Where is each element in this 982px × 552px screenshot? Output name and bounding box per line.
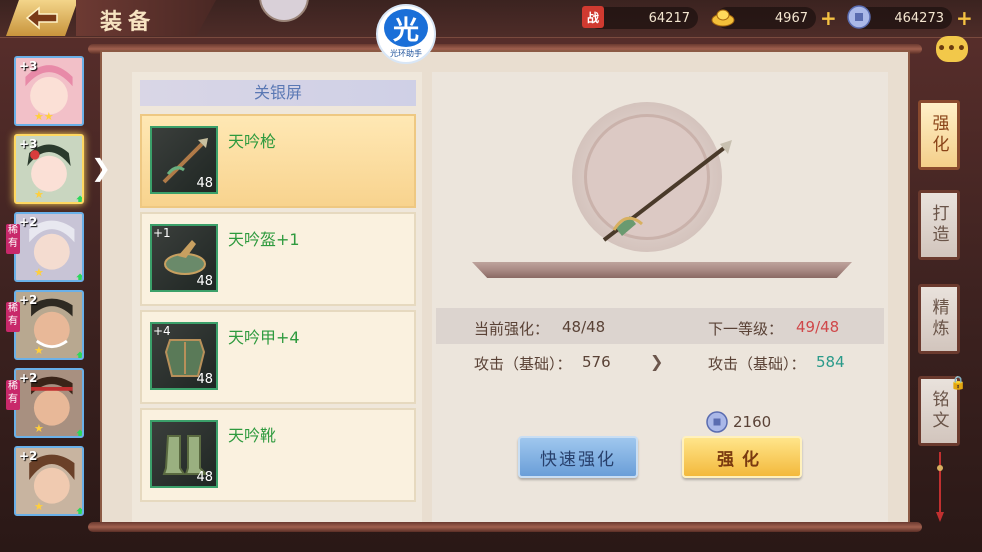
equipment-thumbnail: +1 48 (150, 224, 218, 292)
chevron-right-icon[interactable]: ❯ (90, 148, 112, 188)
hero-level: +3 (19, 137, 38, 151)
silver-plus-icon[interactable]: + (956, 8, 973, 28)
equipment-name: 天吟盔+1 (228, 230, 300, 249)
lock-icon: 🔒 (950, 376, 967, 391)
silver-coin-icon (847, 5, 871, 29)
enhance-button[interactable]: 强化 (682, 436, 802, 478)
character-name: 关银屏 (140, 80, 416, 106)
assistant-label: 光环助手 (390, 49, 422, 58)
gold-plus-icon[interactable]: + (820, 8, 837, 28)
scroll-rod-bottom (88, 522, 922, 532)
hero-stars: ★ (34, 188, 44, 201)
upgrade-arrow-icon: ⬆ (74, 428, 82, 436)
rare-tag: 稀有 (6, 302, 20, 332)
equipment-plus: +1 (153, 226, 171, 240)
equipment-level: 48 (196, 372, 213, 387)
current-enhance-value: 48/48 (562, 318, 606, 336)
hero-card[interactable]: +3 ★★ (14, 56, 84, 126)
resource-silver: 464273 + (847, 5, 978, 30)
hero-stars: ★ (34, 422, 44, 435)
upgrade-arrow-icon: ⬆ (74, 506, 82, 514)
hero-card[interactable]: +2 ★ ⬆ (14, 290, 84, 360)
battle-power-value: 64217 (588, 7, 698, 29)
tab-forge[interactable]: 打造 (918, 190, 960, 260)
equipment-plus: +4 (153, 324, 171, 338)
quick-enhance-button[interactable]: 快速强化 (518, 436, 638, 478)
enhance-cost: 2160 (733, 413, 772, 431)
resource-gold: 4967 + (711, 6, 842, 30)
gold-ingot-icon (711, 9, 735, 27)
page-title: 装备 (100, 9, 157, 35)
current-enhance-label: 当前强化： (474, 320, 550, 338)
hero-level: +2 (19, 215, 38, 229)
battle-power-icon-text: 战 (586, 10, 599, 25)
equipment-level: 48 (196, 274, 213, 289)
rare-tag: 稀有 (6, 380, 20, 410)
hero-card-selected[interactable]: +3 ★ ⬆ (14, 134, 84, 204)
resource-battle-power: 64217 战 (582, 6, 698, 30)
hero-level: +3 (19, 59, 38, 73)
equipment-level: 48 (196, 176, 213, 191)
equipment-thumbnail: 48 (150, 420, 218, 488)
equipment-name: 天吟甲+4 (228, 328, 300, 347)
attack-next-label: 攻击（基础）： (708, 355, 806, 373)
hero-list[interactable]: +3 ★★ +3 ★ ⬆ +2 ★ ⬆ 稀有 +2 ★ ⬆ (6, 48, 90, 518)
silver-coin-icon (706, 411, 728, 433)
rare-tag: 稀有 (6, 224, 20, 254)
equipment-slot-armor[interactable]: +4 48 天吟甲+4 (140, 310, 416, 404)
upgrade-arrow-icon: ⬆ (74, 350, 82, 358)
next-level-value: 49/48 (796, 318, 840, 336)
equipment-slot-weapon[interactable]: 48 天吟枪 (140, 114, 416, 208)
equipment-level: 48 (196, 470, 213, 485)
tassel-ornament-icon (936, 452, 944, 522)
tab-refine[interactable]: 精炼 (918, 284, 960, 354)
equipment-slot-helmet[interactable]: +1 48 天吟盔+1 (140, 212, 416, 306)
hero-stars: ★ (34, 500, 44, 513)
attack-current-label: 攻击（基础）： (474, 355, 572, 373)
upgrade-arrow-icon: ⬆ (74, 194, 82, 202)
hero-stars: ★ (34, 266, 44, 279)
hero-card[interactable]: +2 ★ ⬆ (14, 212, 84, 282)
back-arrow-icon (25, 6, 58, 30)
attack-next-value: 584 (816, 353, 845, 371)
assistant-logo-icon: 光 (384, 9, 428, 47)
equipment-name: 天吟靴 (228, 426, 277, 445)
battle-power-icon: 战 (582, 6, 604, 28)
tab-enhance[interactable]: 强化 (918, 100, 960, 170)
equipment-thumbnail: 48 (150, 126, 218, 194)
hero-stars: ★★ (34, 110, 54, 123)
equipment-slot-boots[interactable]: 48 天吟靴 (140, 408, 416, 502)
attack-current-value: 576 (582, 353, 611, 371)
chevron-right-icon: ❯ (650, 352, 664, 371)
equipment-name: 天吟枪 (228, 132, 277, 151)
next-level-label: 下一等级： (708, 320, 784, 338)
hero-level: +2 (19, 293, 38, 307)
hero-card[interactable]: +2 ★ ⬆ (14, 446, 84, 516)
spear-display-icon (602, 140, 732, 242)
hero-level: +2 (19, 371, 38, 385)
assistant-floating-button[interactable]: 光 光环助手 (376, 4, 436, 64)
equipment-thumbnail: +4 48 (150, 322, 218, 390)
hero-stars: ★ (34, 344, 44, 357)
chat-bubble-icon[interactable]: ••• (936, 36, 968, 62)
upgrade-arrow-icon: ⬆ (74, 272, 82, 280)
hero-level: +2 (19, 449, 38, 463)
hero-card[interactable]: +2 ★ ⬆ (14, 368, 84, 438)
